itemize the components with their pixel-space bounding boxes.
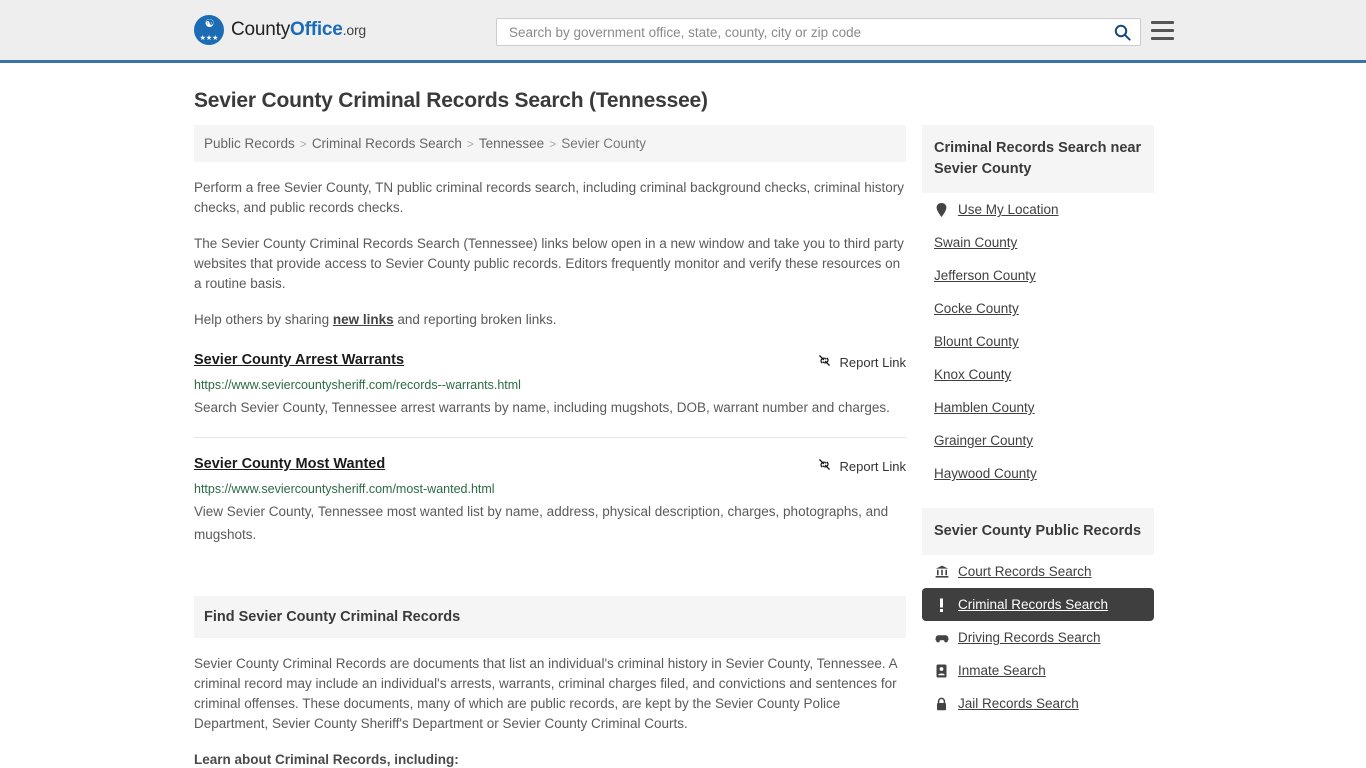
result-title-link[interactable]: Sevier County Arrest Warrants — [194, 352, 404, 368]
courthouse-icon — [934, 565, 949, 578]
sidebar-item-cocke-county[interactable]: Cocke County — [922, 292, 1154, 325]
sidebar-item-label[interactable]: Driving Records Search — [958, 630, 1101, 645]
site-header: ☯ ★★★ CountyOffice.org — [0, 0, 1366, 63]
nearby-counties-list: Use My Location Swain County Jefferson C… — [922, 193, 1154, 490]
sidebar-item-label[interactable]: Knox County — [934, 367, 1011, 382]
learn-about-heading: Learn about Criminal Records, including: — [194, 752, 459, 767]
sidebar-item-label[interactable]: Haywood County — [934, 466, 1037, 481]
main-column: Public Records > Criminal Records Search… — [194, 125, 906, 768]
sidebar-item-label[interactable]: Court Records Search — [958, 564, 1092, 579]
broken-link-icon — [817, 457, 832, 475]
brand-part-office: Office — [290, 19, 343, 40]
breadcrumb-item-sevier-county[interactable]: Sevier County — [561, 136, 646, 151]
page-body: Sevier County Criminal Records Search (T… — [0, 89, 1366, 768]
sidebar-item-swain-county[interactable]: Swain County — [922, 226, 1154, 259]
id-badge-icon — [934, 664, 949, 678]
breadcrumb-item-criminal-records-search[interactable]: Criminal Records Search — [312, 136, 462, 151]
sidebar-item-blount-county[interactable]: Blount County — [922, 325, 1154, 358]
sidebar-item-driving-records-search[interactable]: Driving Records Search — [922, 621, 1154, 654]
sidebar-item-label[interactable]: Inmate Search — [958, 663, 1046, 678]
breadcrumb-item-public-records[interactable]: Public Records — [204, 136, 295, 151]
page-title: Sevier County Criminal Records Search (T… — [194, 89, 708, 112]
sidebar-item-jail-records-search[interactable]: Jail Records Search — [922, 687, 1154, 720]
breadcrumb-separator: > — [299, 136, 307, 151]
sidebar-item-criminal-records-search[interactable]: Criminal Records Search — [922, 588, 1154, 621]
lock-icon — [934, 697, 949, 711]
sidebar-item-label[interactable]: Hamblen County — [934, 400, 1035, 415]
sidebar-item-label[interactable]: Jefferson County — [934, 268, 1036, 283]
search-input[interactable] — [507, 20, 1112, 44]
sidebar-item-label[interactable]: Grainger County — [934, 433, 1033, 448]
site-logo[interactable]: ☯ ★★★ CountyOffice.org — [194, 15, 366, 45]
intro-paragraph-3: Help others by sharing new links and rep… — [194, 310, 906, 330]
report-link-button[interactable]: Report Link — [817, 353, 906, 371]
brand-part-county: County — [231, 19, 291, 40]
sidebar-item-court-records-search[interactable]: Court Records Search — [922, 555, 1154, 588]
sidebar-item-label[interactable]: Use My Location — [958, 202, 1059, 217]
sidebar-item-label[interactable]: Criminal Records Search — [958, 597, 1108, 612]
intro-paragraph-2: The Sevier County Criminal Records Searc… — [194, 236, 904, 291]
new-links-link[interactable]: new links — [333, 312, 394, 327]
result-title-link[interactable]: Sevier County Most Wanted — [194, 456, 385, 472]
breadcrumb: Public Records > Criminal Records Search… — [194, 125, 906, 162]
result-item: Sevier County Most Wanted Report Link ht… — [194, 456, 906, 564]
sidebar-item-label[interactable]: Jail Records Search — [958, 696, 1079, 711]
public-records-card: Sevier County Public Records Court Recor… — [922, 508, 1154, 720]
report-link-button[interactable]: Report Link — [817, 457, 906, 475]
sidebar-item-label[interactable]: Cocke County — [934, 301, 1019, 316]
find-records-paragraph: Sevier County Criminal Records are docum… — [194, 656, 897, 731]
intro-paragraph-1: Perform a free Sevier County, TN public … — [194, 180, 905, 215]
result-item: Sevier County Arrest Warrants Report Lin… — [194, 352, 906, 438]
sidebar-item-grainger-county[interactable]: Grainger County — [922, 424, 1154, 457]
brand-part-tld: .org — [342, 22, 367, 38]
hamburger-menu-icon[interactable] — [1151, 21, 1174, 40]
sidebar-item-haywood-county[interactable]: Haywood County — [922, 457, 1154, 490]
search-icon[interactable] — [1112, 22, 1132, 42]
results-list: Sevier County Arrest Warrants Report Lin… — [194, 352, 906, 564]
result-description: Search Sevier County, Tennessee arrest w… — [194, 400, 890, 415]
sidebar: Criminal Records Search near Sevier Coun… — [922, 125, 1154, 738]
sidebar-item-label[interactable]: Blount County — [934, 334, 1019, 349]
sidebar-item-jefferson-county[interactable]: Jefferson County — [922, 259, 1154, 292]
sidebar-item-label[interactable]: Swain County — [934, 235, 1017, 250]
breadcrumb-separator: > — [549, 136, 557, 151]
share-text-after: and reporting broken links. — [393, 312, 557, 327]
sidebar-item-hamblen-county[interactable]: Hamblen County — [922, 391, 1154, 424]
nearby-counties-card: Criminal Records Search near Sevier Coun… — [922, 125, 1154, 490]
breadcrumb-separator: > — [466, 136, 474, 151]
exclamation-icon — [934, 598, 949, 612]
result-url: https://www.seviercountysheriff.com/reco… — [194, 378, 521, 392]
search-bar[interactable] — [496, 18, 1141, 46]
public-records-heading: Sevier County Public Records — [922, 508, 1154, 555]
report-link-label: Report Link — [839, 458, 906, 474]
sidebar-item-inmate-search[interactable]: Inmate Search — [922, 654, 1154, 687]
public-records-list: Court Records Search Criminal Records Se… — [922, 555, 1154, 720]
share-text-before: Help others by sharing — [194, 312, 333, 327]
result-description: View Sevier County, Tennessee most wante… — [194, 504, 889, 542]
find-records-heading: Find Sevier County Criminal Records — [194, 596, 906, 638]
broken-link-icon — [817, 353, 832, 371]
report-link-label: Report Link — [839, 354, 906, 370]
eagle-shield-icon: ☯ ★★★ — [194, 15, 224, 45]
breadcrumb-item-tennessee[interactable]: Tennessee — [479, 136, 544, 151]
sidebar-item-use-my-location[interactable]: Use My Location — [922, 193, 1154, 226]
nearby-counties-heading: Criminal Records Search near Sevier Coun… — [922, 125, 1154, 193]
result-url: https://www.seviercountysheriff.com/most… — [194, 482, 495, 496]
map-pin-icon — [934, 202, 949, 217]
sidebar-item-knox-county[interactable]: Knox County — [922, 358, 1154, 391]
brand-wordmark: CountyOffice.org — [231, 19, 366, 41]
car-icon — [934, 632, 949, 643]
